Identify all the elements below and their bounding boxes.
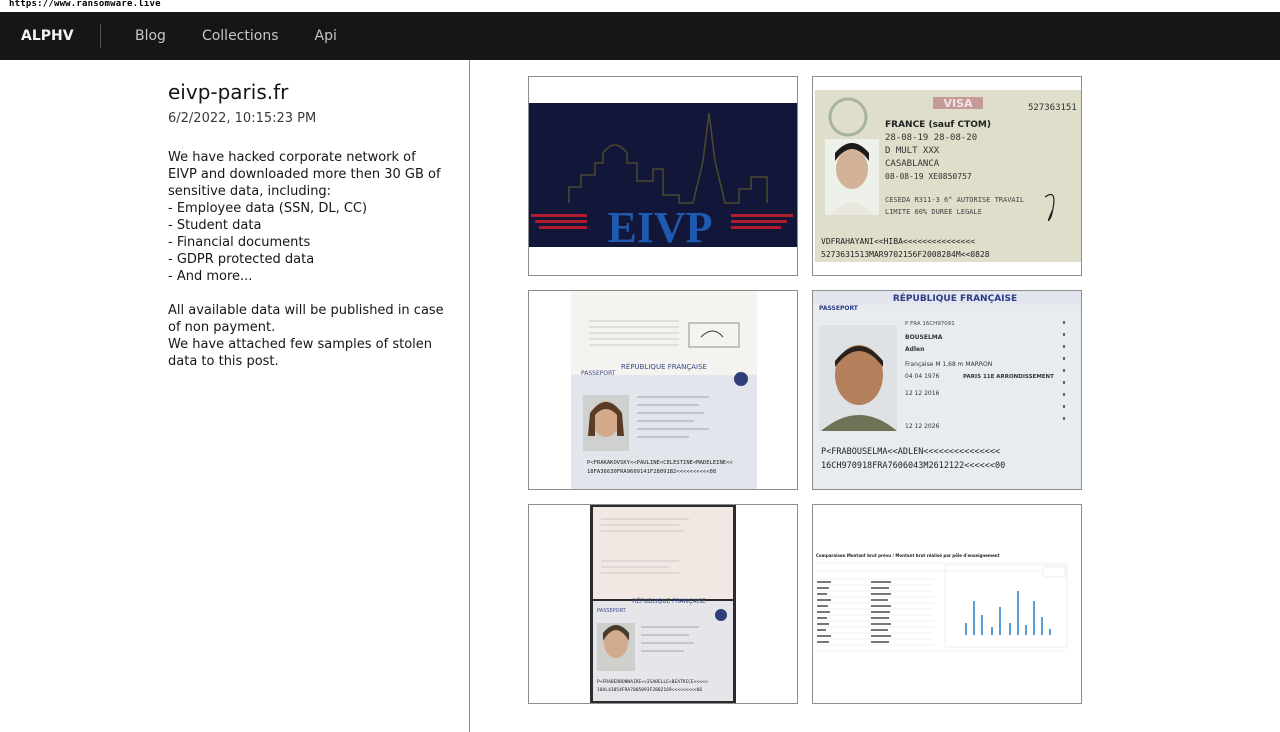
- gallery-tile-eivp-logo[interactable]: EIVP: [528, 76, 798, 276]
- svg-text:Française M 1,68 m: Française M 1,68 m MARRON: [905, 361, 992, 368]
- svg-text:PARIS 11E ARRONDISSEMENT: PARIS 11E ARRONDISSEMENT: [963, 374, 1054, 380]
- svg-text:FRANCE (sauf CTOM): FRANCE (sauf CTOM): [885, 120, 991, 130]
- nav-item-api[interactable]: Api: [297, 12, 355, 60]
- svg-text:P<FRABERBONNAIRE<<ISABELLE<BEA: P<FRABERBONNAIRE<<ISABELLE<BEATRICE<<<<<: [597, 679, 708, 685]
- svg-text:BOUSELMA: BOUSELMA: [905, 334, 943, 341]
- top-navigation: ALPHV Blog Collections Api: [0, 12, 1280, 60]
- nav-item-collections[interactable]: Collections: [184, 12, 297, 60]
- svg-text:12 12 2016: 12 12 2016: [905, 390, 940, 397]
- spreadsheet-image: Comparaison Montant brut prévu / Montant…: [813, 505, 1081, 703]
- svg-text:VDFRAHAYANI<<HIBA<<<<<<<<<<<<<: VDFRAHAYANI<<HIBA<<<<<<<<<<<<<<<: [821, 237, 975, 246]
- nav-divider: [100, 24, 101, 48]
- svg-text:CASABLANCA: CASABLANCA: [885, 159, 940, 169]
- svg-text:PASSEPORT: PASSEPORT: [819, 305, 859, 312]
- svg-text:527363151: 527363151: [1028, 103, 1077, 113]
- post-description: We have hacked corporate network of EIVP…: [168, 150, 444, 369]
- post-title: eivp-paris.fr: [168, 80, 289, 104]
- svg-text:04 04 1976: 04 04 1976: [905, 373, 940, 380]
- eivp-logo-image: EIVP: [529, 103, 797, 252]
- svg-text:18AL43054FRA7005093F2802169<<<: 18AL43054FRA7005093F2802169<<<<<<<<<06: [597, 687, 702, 693]
- visa-image: VISA 527363151 FRANCE (sauf CTOM) 28-08-…: [815, 90, 1081, 262]
- svg-text:CESEDA R311-3 6° AUTORISE TR: CESEDA R311-3 6° AUTORISE TRAVAIL: [885, 196, 1024, 204]
- svg-text:RÉPUBLIQUE FRANÇAISE: RÉPUBLIQUE FRANÇAISE: [632, 597, 706, 605]
- svg-text:P<FRAKAKOVSKY<<PAULINE<CELESTI: P<FRAKAKOVSKY<<PAULINE<CELESTINE<MADELEI…: [587, 460, 733, 466]
- svg-text:PASSEPORT: PASSEPORT: [581, 370, 616, 377]
- svg-text:PASSEPORT: PASSEPORT: [597, 608, 627, 614]
- svg-text:Comparaison Montant brut prévu: Comparaison Montant brut prévu / Montant…: [816, 553, 1000, 558]
- svg-text:28-08-19 28-08-20: 28-08-19 28-08-20: [885, 133, 977, 143]
- url-text: https://www.ransomware.live: [9, 0, 161, 9]
- svg-text:D MULT XXX: D MULT XXX: [885, 146, 940, 156]
- svg-text:RÉPUBLIQUE FRANÇAISE: RÉPUBLIQUE FRANÇAISE: [893, 292, 1017, 304]
- passport-1-image: RÉPUBLIQUE FRANÇAISE PASSEPORT P<FRAKAKO…: [571, 291, 757, 489]
- gallery-tile-visa[interactable]: VISA 527363151 FRANCE (sauf CTOM) 28-08-…: [812, 76, 1082, 276]
- svg-text:18FA36630FRA9609141F28091B2<<<: 18FA36630FRA9609141F28091B2<<<<<<<<<<08: [587, 469, 716, 475]
- svg-text:P<FRABOUSELMA<<ADLEN<<<<<<<<<<: P<FRABOUSELMA<<ADLEN<<<<<<<<<<<<<<<: [821, 447, 1000, 457]
- brand-logo[interactable]: ALPHV: [0, 12, 100, 60]
- svg-text:RÉPUBLIQUE FRANÇAISE: RÉPUBLIQUE FRANÇAISE: [621, 362, 707, 371]
- svg-text:5273631513MAR9702156F2008284M<: 5273631513MAR9702156F2008284M<<0828: [821, 250, 990, 259]
- passport-2-image: RÉPUBLIQUE FRANÇAISE PASSEPORT P FRA 16C…: [813, 291, 1081, 489]
- gallery-tile-spreadsheet[interactable]: Comparaison Montant brut prévu / Montant…: [812, 504, 1082, 704]
- eivp-logo-text: EIVP: [607, 203, 712, 252]
- post-details-panel: eivp-paris.fr 6/2/2022, 10:15:23 PM We h…: [0, 60, 470, 732]
- nav-item-blog[interactable]: Blog: [117, 12, 184, 60]
- post-date: 6/2/2022, 10:15:23 PM: [168, 111, 317, 126]
- svg-text:LIMITE 60% DUREE LEGALE: LIMITE 60% DUREE LEGALE: [885, 208, 982, 216]
- svg-text:12 12 2026: 12 12 2026: [905, 423, 940, 430]
- svg-text:16CH970918FRA7606043M2612122<<: 16CH970918FRA7606043M2612122<<<<<<00: [821, 461, 1005, 471]
- url-watermark: https://www.ransomware.live: [0, 0, 1280, 12]
- svg-text:VISA: VISA: [943, 97, 973, 110]
- gallery-tile-passport-1[interactable]: RÉPUBLIQUE FRANÇAISE PASSEPORT P<FRAKAKO…: [528, 290, 798, 490]
- svg-text:P FRA 16CH: P FRA 16CH97091: [905, 321, 955, 327]
- gallery-tile-passport-2[interactable]: RÉPUBLIQUE FRANÇAISE PASSEPORT P FRA 16C…: [812, 290, 1082, 490]
- passport-3-image: RÉPUBLIQUE FRANÇAISE PASSEPORT P<FRABERB…: [590, 505, 736, 703]
- svg-text:08-08-19 XE0850757: 08-08-19 XE0850757: [885, 172, 972, 181]
- svg-text:Adlen: Adlen: [905, 346, 924, 353]
- gallery-tile-passport-3[interactable]: RÉPUBLIQUE FRANÇAISE PASSEPORT P<FRABERB…: [528, 504, 798, 704]
